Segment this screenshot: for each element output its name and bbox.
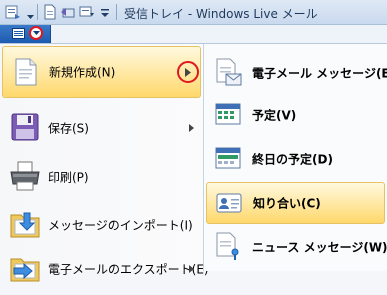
- send-receive-icon[interactable]: [79, 4, 95, 20]
- export-folder-icon: [8, 251, 42, 285]
- reply-icon[interactable]: [60, 4, 76, 20]
- title-bar: 受信トレイ - Windows Live メール: [0, 0, 387, 25]
- menu-item-save[interactable]: 保存(S): [2, 102, 201, 154]
- app-menu-dropdown-highlight[interactable]: [29, 26, 43, 40]
- ribbon-tab-row: [0, 25, 387, 43]
- news-message-icon: [212, 230, 244, 262]
- menu-item-print-label: 印刷(P): [48, 170, 89, 185]
- window-title: 受信トレイ - Windows Live メール: [124, 7, 318, 21]
- chevron-right-icon: [189, 121, 194, 135]
- chevron-down-icon[interactable]: [27, 9, 34, 23]
- menu-item-export-email[interactable]: 電子メールのエクスポート(E): [2, 243, 209, 295]
- submenu-item-contact[interactable]: 知り合い(C): [206, 182, 385, 224]
- menu-item-new[interactable]: 新規作成(N): [2, 46, 201, 98]
- app-menu-button[interactable]: [0, 25, 51, 43]
- floppy-disk-icon: [8, 110, 42, 144]
- submenu-email-label: 電子メール メッセージ(E): [252, 66, 387, 81]
- calendar-icon: [212, 98, 244, 130]
- submenu-news-label: ニュース メッセージ(W): [252, 240, 387, 255]
- customize-toolbar-icon[interactable]: [99, 4, 115, 20]
- menu-item-import-label: メッセージのインポート(I): [48, 218, 193, 233]
- submenu-item-all-day-event[interactable]: 終日の予定(D): [206, 138, 385, 180]
- contact-card-icon: [213, 187, 245, 219]
- submenu-item-email-message[interactable]: 電子メール メッセージ(E): [206, 52, 387, 94]
- import-folder-icon: [8, 207, 42, 241]
- app-menu: 新規作成(N) 保存(S) 印刷(P) メッセージのインポート(I) 電子メール…: [0, 43, 387, 282]
- submenu-arrow-highlight[interactable]: [177, 61, 199, 83]
- submenu-event-label: 予定(V): [252, 108, 297, 123]
- submenu-item-news-message[interactable]: ニュース メッセージ(W): [206, 226, 387, 268]
- mail-app-icon[interactable]: [5, 4, 21, 20]
- document-icon: [12, 28, 25, 42]
- chevron-right-icon: [189, 262, 194, 276]
- chevron-right-icon: [185, 68, 191, 77]
- new-item-icon[interactable]: [42, 4, 58, 20]
- app-menu-commands: 新規作成(N) 保存(S) 印刷(P) メッセージのインポート(I) 電子メール…: [0, 44, 209, 282]
- new-submenu: 電子メール メッセージ(E) 予定(V) 終日の予定(D) 知り合い(C) ニュ…: [204, 44, 387, 271]
- printer-icon: [8, 159, 42, 193]
- submenu-contact-label: 知り合い(C): [253, 196, 321, 211]
- submenu-all-day-label: 終日の予定(D): [252, 152, 333, 167]
- chevron-down-icon: [33, 31, 40, 35]
- submenu-item-event[interactable]: 予定(V): [206, 94, 385, 136]
- menu-item-export-label: 電子メールのエクスポート(E): [48, 262, 209, 277]
- new-document-icon: [9, 55, 43, 89]
- menu-item-save-label: 保存(S): [48, 121, 89, 136]
- toolbar-divider: [37, 4, 38, 20]
- toolbar-divider: [116, 4, 117, 20]
- menu-item-new-label: 新規作成(N): [49, 65, 116, 80]
- menu-item-print[interactable]: 印刷(P): [2, 151, 201, 203]
- email-message-icon: [212, 56, 244, 88]
- all-day-calendar-icon: [212, 142, 244, 174]
